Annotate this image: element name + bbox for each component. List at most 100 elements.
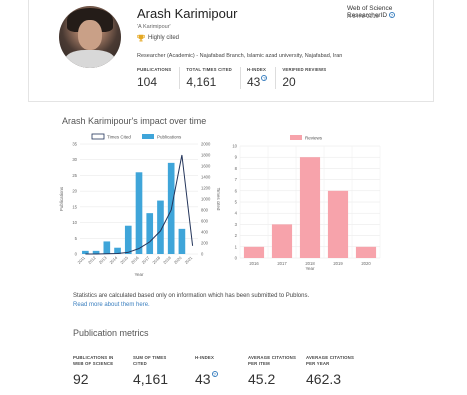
metric-label: VERIFIED REVIEWS bbox=[282, 67, 327, 72]
help-icon[interactable]: ? bbox=[261, 75, 268, 81]
y-tick-label: 4 bbox=[235, 211, 238, 216]
y2-tick-label: 400 bbox=[201, 230, 209, 235]
metric-value-text: 43 bbox=[246, 75, 261, 89]
x-tick-label: 2011 bbox=[76, 255, 86, 265]
x-tick-label: 2020 bbox=[173, 255, 183, 265]
y2-axis-title: Times cited bbox=[216, 188, 220, 211]
y2-tick-label: 800 bbox=[201, 208, 209, 213]
y-tick-label: 8 bbox=[235, 166, 238, 171]
x-tick-label: 2021 bbox=[184, 255, 194, 265]
y2-tick-label: 1200 bbox=[201, 186, 211, 191]
help-icon[interactable]: ? bbox=[388, 12, 395, 18]
y2-tick-label: 2000 bbox=[201, 142, 211, 147]
pm-label: AVERAGE CITATIONS bbox=[306, 355, 355, 360]
legend-label-times-cited: Times Cited bbox=[107, 135, 131, 140]
metric-value: 104 bbox=[137, 75, 158, 89]
x-tick-label: 2013 bbox=[98, 255, 108, 265]
pm-label: PER ITEM bbox=[248, 361, 270, 366]
bar-reviews bbox=[299, 157, 321, 258]
pm-value: 92 bbox=[73, 371, 89, 387]
stats-note: Statistics are calculated based only on … bbox=[73, 293, 310, 299]
y-tick-label: 0 bbox=[75, 252, 78, 257]
y-tick-label: 30 bbox=[72, 157, 77, 162]
pm-value: 45.2 bbox=[248, 371, 276, 387]
pm-avg-citations-item: AVERAGE CITATIONS PER ITEM 45.2 bbox=[248, 355, 306, 387]
profile-alias: 'A Karimipour' bbox=[137, 24, 171, 30]
metric-value: 43? bbox=[246, 75, 268, 89]
metric-label: PUBLICATIONS bbox=[137, 67, 172, 72]
pm-label: CITED bbox=[133, 361, 147, 366]
pm-label: AVERAGE CITATIONS bbox=[248, 355, 297, 360]
y2-tick-label: 1800 bbox=[201, 153, 211, 158]
impact-title: Arash Karimipour's impact over time bbox=[62, 116, 207, 126]
legend-swatch-times-cited bbox=[91, 133, 105, 140]
highly-cited-badge: Highly cited bbox=[137, 34, 179, 42]
avatar bbox=[59, 6, 121, 68]
pm-label: PER YEAR bbox=[306, 361, 330, 366]
metric-publications[interactable]: PUBLICATIONS 104 bbox=[137, 67, 181, 89]
x-tick-label: 2017 bbox=[141, 255, 151, 265]
y-tick-label: 20 bbox=[72, 189, 77, 194]
y2-tick-label: 0 bbox=[201, 252, 204, 257]
y-tick-label: 5 bbox=[75, 236, 78, 241]
y-tick-label: 6 bbox=[235, 188, 238, 193]
x-tick-label: 2016 bbox=[130, 255, 140, 265]
publications-citations-chart: Times Cited Publications05101520253035020… bbox=[59, 133, 220, 277]
x-tick-label: 2012 bbox=[87, 255, 97, 265]
read-more-link[interactable]: Read more about them here. bbox=[73, 302, 150, 308]
metric-verified-reviews[interactable]: VERIFIED REVIEWS 20 bbox=[282, 67, 334, 89]
profile-card: Arash Karimipour 'A Karimipour' Highly c… bbox=[28, 0, 434, 102]
y-tick-label: 10 bbox=[72, 220, 77, 225]
x-axis-title: Year bbox=[134, 272, 144, 277]
y2-tick-label: 600 bbox=[201, 219, 209, 224]
bar-publications bbox=[103, 241, 111, 254]
x-tick-label: 2018 bbox=[151, 255, 161, 265]
pm-value: 43? bbox=[195, 371, 248, 387]
y2-tick-label: 1400 bbox=[201, 175, 211, 180]
bar-publications bbox=[135, 172, 143, 254]
pm-label: WEB OF SCIENCE bbox=[73, 361, 114, 366]
y-tick-label: 1 bbox=[235, 244, 238, 249]
legend-swatch-reviews bbox=[290, 135, 302, 140]
metric-h-index[interactable]: H-INDEX 43? bbox=[246, 67, 277, 89]
y-tick-label: 5 bbox=[235, 200, 238, 205]
y-axis-title: Publications bbox=[59, 186, 64, 211]
bar-publications bbox=[146, 213, 154, 254]
y-tick-label: 2 bbox=[235, 233, 238, 238]
bar-reviews bbox=[243, 246, 265, 258]
pm-publications-wos: PUBLICATIONS IN WEB OF SCIENCE 92 bbox=[73, 355, 133, 387]
y-tick-label: 15 bbox=[72, 204, 77, 209]
help-icon[interactable]: ? bbox=[211, 371, 218, 377]
summary-metrics: PUBLICATIONS 104 TOTAL TIMES CITED 4,161… bbox=[137, 67, 340, 89]
pm-value: 4,161 bbox=[133, 371, 169, 387]
bar-reviews bbox=[327, 190, 349, 258]
legend-label-reviews: Reviews bbox=[305, 136, 323, 141]
metric-times-cited[interactable]: TOTAL TIMES CITED 4,161 bbox=[186, 67, 241, 89]
pm-label: SUM OF TIMES bbox=[133, 355, 167, 360]
publication-metrics: PUBLICATIONS IN WEB OF SCIENCE 92 SUM OF … bbox=[73, 355, 376, 387]
x-tick-label: 2017 bbox=[277, 261, 287, 266]
metric-value: 20 bbox=[282, 75, 296, 89]
y2-tick-label: 1000 bbox=[201, 197, 211, 202]
y-tick-label: 10 bbox=[232, 144, 237, 149]
bar-publications bbox=[124, 225, 132, 254]
publication-metrics-title: Publication metrics bbox=[73, 328, 149, 338]
pm-label: PUBLICATIONS IN bbox=[73, 355, 114, 360]
highly-cited-label: Highly cited bbox=[148, 35, 180, 41]
affiliation: Researcher (Academic) - Najafabad Branch… bbox=[137, 53, 343, 59]
wos-id: A-3478-2019 bbox=[347, 14, 379, 20]
pm-avg-citations-year: AVERAGE CITATIONS PER YEAR 462.3 bbox=[306, 355, 376, 387]
pm-label: H-INDEX bbox=[195, 355, 215, 360]
x-tick-label: 2019 bbox=[333, 261, 343, 266]
y2-tick-label: 1600 bbox=[201, 164, 211, 169]
y-tick-label: 0 bbox=[235, 256, 238, 261]
x-tick-label: 2014 bbox=[108, 255, 118, 265]
y-tick-label: 9 bbox=[235, 155, 238, 160]
bar-publications bbox=[178, 228, 186, 254]
metric-value: 4,161 bbox=[186, 75, 217, 89]
pm-value-text: 43 bbox=[195, 371, 211, 387]
reviews-chart: Reviews0123456789102016 2017 2018 2019 2020Y… bbox=[232, 135, 381, 271]
y-tick-label: 25 bbox=[72, 173, 77, 178]
x-tick-label: 2016 bbox=[249, 261, 259, 266]
trophy-icon bbox=[137, 34, 145, 42]
